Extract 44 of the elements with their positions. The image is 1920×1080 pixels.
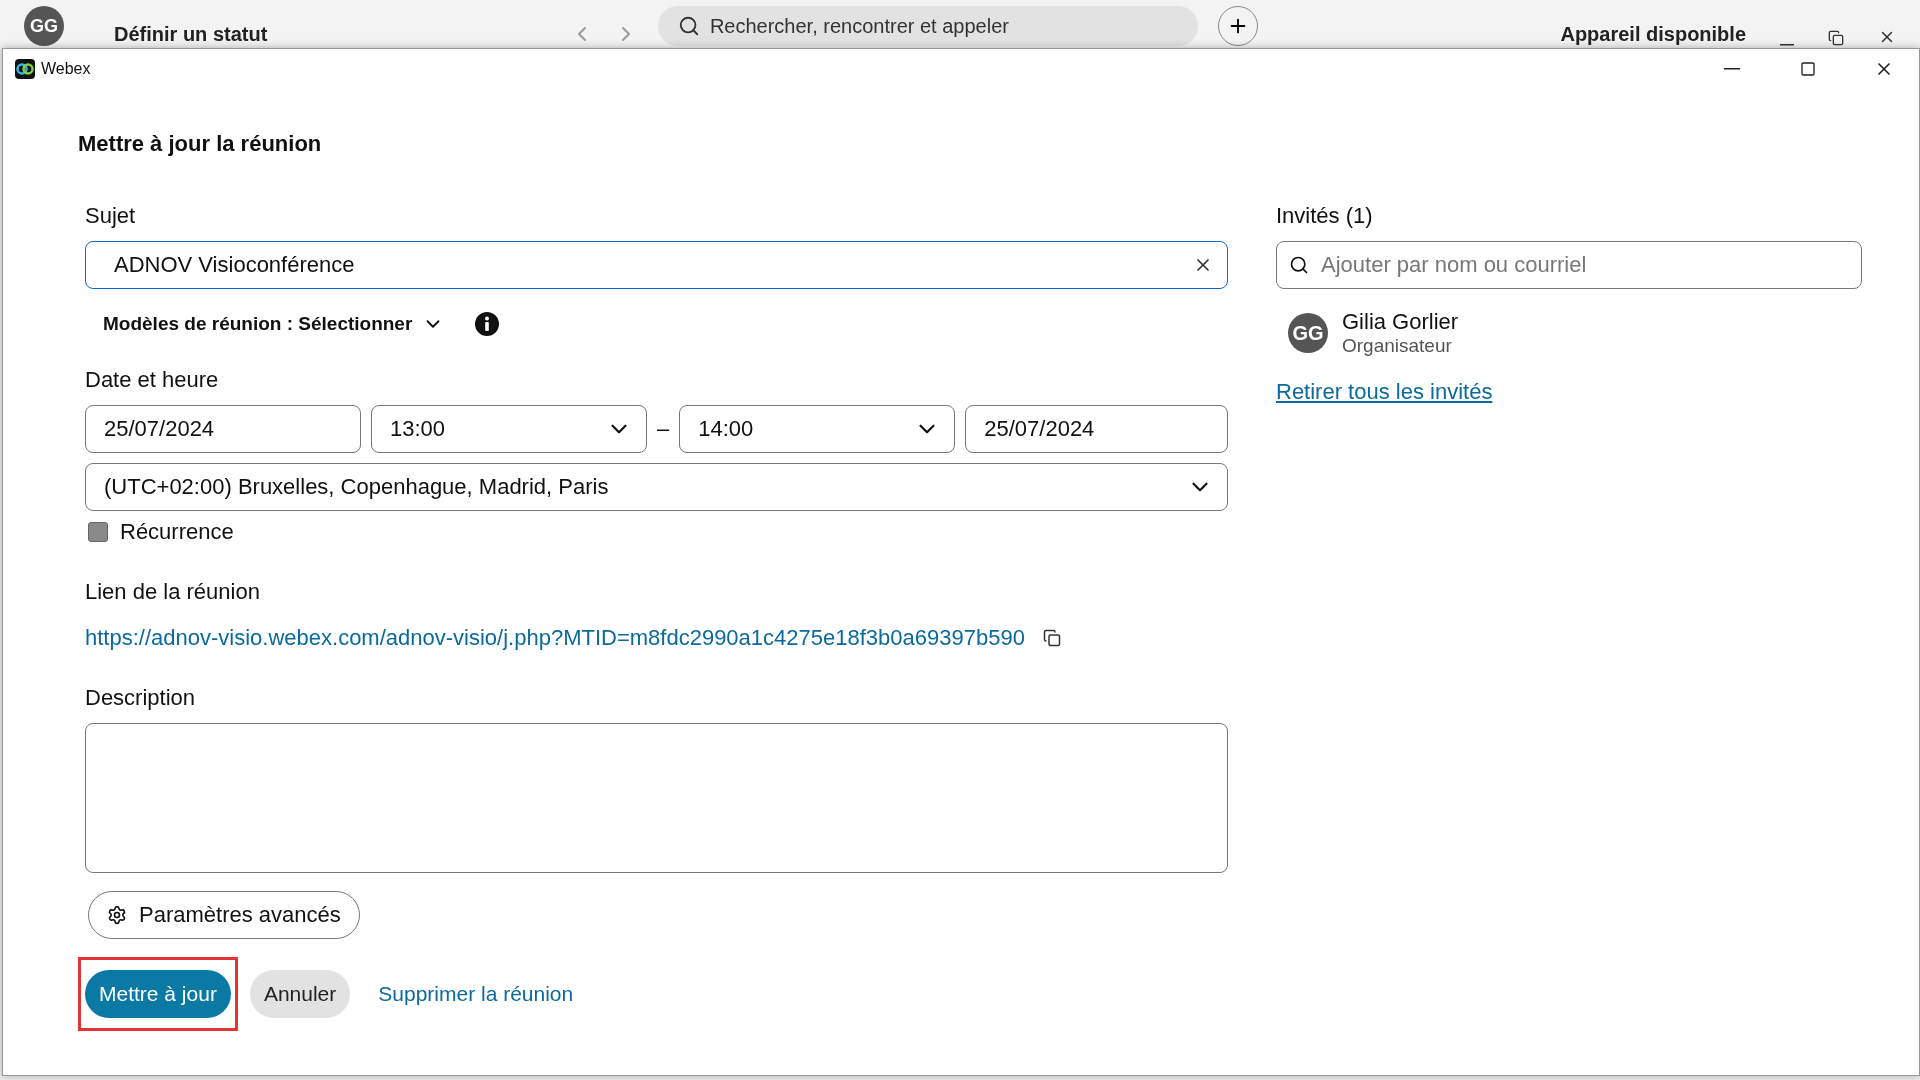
end-time-dropdown[interactable]: 14:00: [679, 405, 956, 453]
cancel-button[interactable]: Annuler: [249, 970, 351, 1018]
datetime-label: Date et heure: [85, 367, 220, 393]
recurrence-label: Récurrence: [120, 519, 234, 545]
end-date-field[interactable]: 25/07/2024: [965, 405, 1228, 453]
status-label[interactable]: Définir un statut: [114, 23, 268, 46]
remove-all-link[interactable]: Retirer tous les invités: [1276, 379, 1493, 405]
restore-icon[interactable]: [1828, 30, 1844, 46]
invitee-role: Organisateur: [1342, 335, 1453, 357]
link-label: Lien de la réunion: [85, 579, 261, 605]
meeting-link[interactable]: https://adnov-visio.webex.com/adnov-visio/j.php?MTID=m8fdc2990a1c4275e18f3b0a69397b590: [85, 625, 1025, 651]
invitee-avatar: GG: [1288, 313, 1328, 353]
info-icon[interactable]: [474, 311, 501, 337]
search-icon: [1289, 255, 1309, 275]
minimize-icon[interactable]: [1780, 44, 1794, 46]
templates-dropdown[interactable]: Modèles de réunion : Sélectionner: [103, 313, 445, 335]
user-avatar[interactable]: GG: [24, 6, 64, 46]
description-label: Description: [85, 685, 197, 711]
invitee-name: Gilia Gorlier: [1342, 309, 1459, 335]
delete-meeting-link[interactable]: Supprimer la réunion: [362, 970, 586, 1018]
update-button[interactable]: Mettre à jour: [85, 970, 231, 1018]
invitee-search-input[interactable]: Ajouter par nom ou courriel: [1319, 251, 1847, 279]
maximize-icon: [1800, 61, 1816, 77]
start-time-dropdown[interactable]: 13:00: [371, 405, 647, 453]
dialog-heading: Mettre à jour la réunion: [78, 131, 323, 157]
device-status[interactable]: Appareil disponible: [1560, 23, 1746, 46]
advanced-settings-button[interactable]: Paramètres avancés: [88, 891, 360, 939]
start-date-field[interactable]: 25/07/2024: [85, 405, 361, 453]
subject-field[interactable]: ADNOV Visioconférence: [85, 241, 1228, 289]
gear-icon: [107, 905, 127, 925]
invitees-label: Invités (1): [1276, 203, 1374, 229]
search-icon: [677, 15, 700, 37]
subject-input[interactable]: ADNOV Visioconférence: [112, 251, 1183, 279]
description-field[interactable]: [85, 723, 1228, 873]
minimize-icon: [1724, 68, 1740, 70]
search-field[interactable]: Rechercher, rencontrer et appeler: [657, 6, 1198, 46]
invitee-search-field[interactable]: Ajouter par nom ou courriel: [1276, 241, 1862, 289]
subject-label: Sujet: [85, 203, 137, 229]
time-separator: –: [657, 416, 670, 442]
recurrence-checkbox[interactable]: [88, 522, 108, 542]
window-title: Webex: [41, 60, 91, 78]
app-logo-icon: [15, 59, 35, 79]
copy-icon[interactable]: [1042, 629, 1061, 647]
timezone-dropdown[interactable]: (UTC+02:00) Bruxelles, Copenhague, Madrid, Paris: [85, 463, 1228, 511]
